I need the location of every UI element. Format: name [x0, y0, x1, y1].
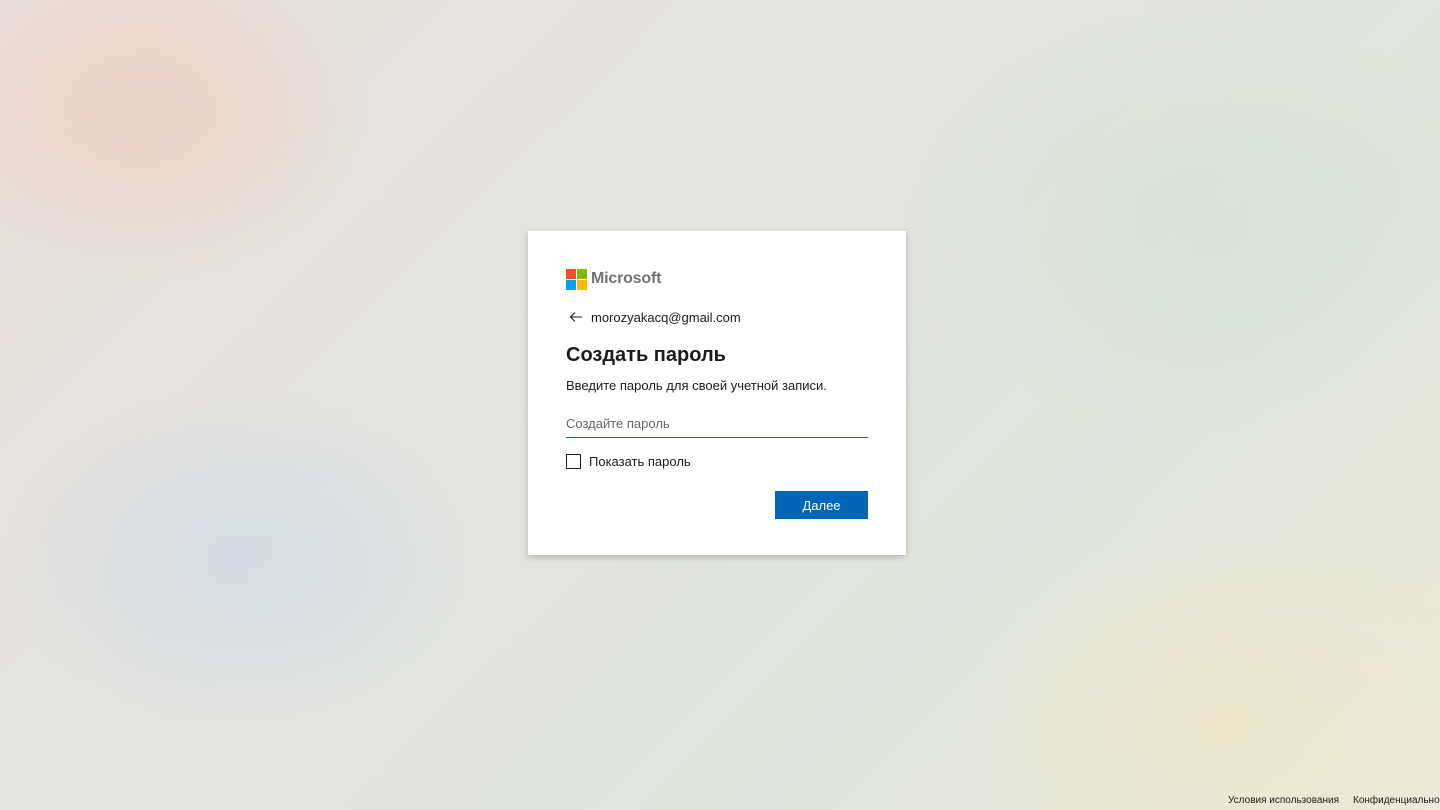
footer-link-terms[interactable]: Условия использования: [1228, 795, 1339, 806]
page-title: Создать пароль: [566, 344, 726, 366]
brand-header: Microsoft: [566, 268, 868, 290]
next-button[interactable]: Далее: [775, 491, 868, 519]
identity-back-button[interactable]: morozyakacq@gmail.com: [566, 307, 868, 327]
identity-email: morozyakacq@gmail.com: [591, 309, 741, 325]
brand-name: Microsoft: [591, 270, 662, 287]
back-arrow-icon: [569, 312, 582, 322]
show-password-checkbox[interactable]: [566, 453, 581, 469]
password-input[interactable]: [566, 410, 868, 438]
microsoft-logo-icon: [566, 268, 587, 290]
sign-in-card: Microsoft morozyakacq@gmail.com Создать …: [528, 231, 906, 555]
show-password-label: Показать пароль: [589, 453, 691, 469]
page-description: Введите пароль для своей учетной записи.: [566, 378, 827, 393]
show-password-toggle[interactable]: Показать пароль: [566, 452, 868, 470]
form-actions: Далее: [566, 491, 868, 519]
footer-link-privacy[interactable]: Конфиденциально: [1353, 795, 1440, 806]
footer: Условия использования Конфиденциально: [1228, 795, 1440, 806]
